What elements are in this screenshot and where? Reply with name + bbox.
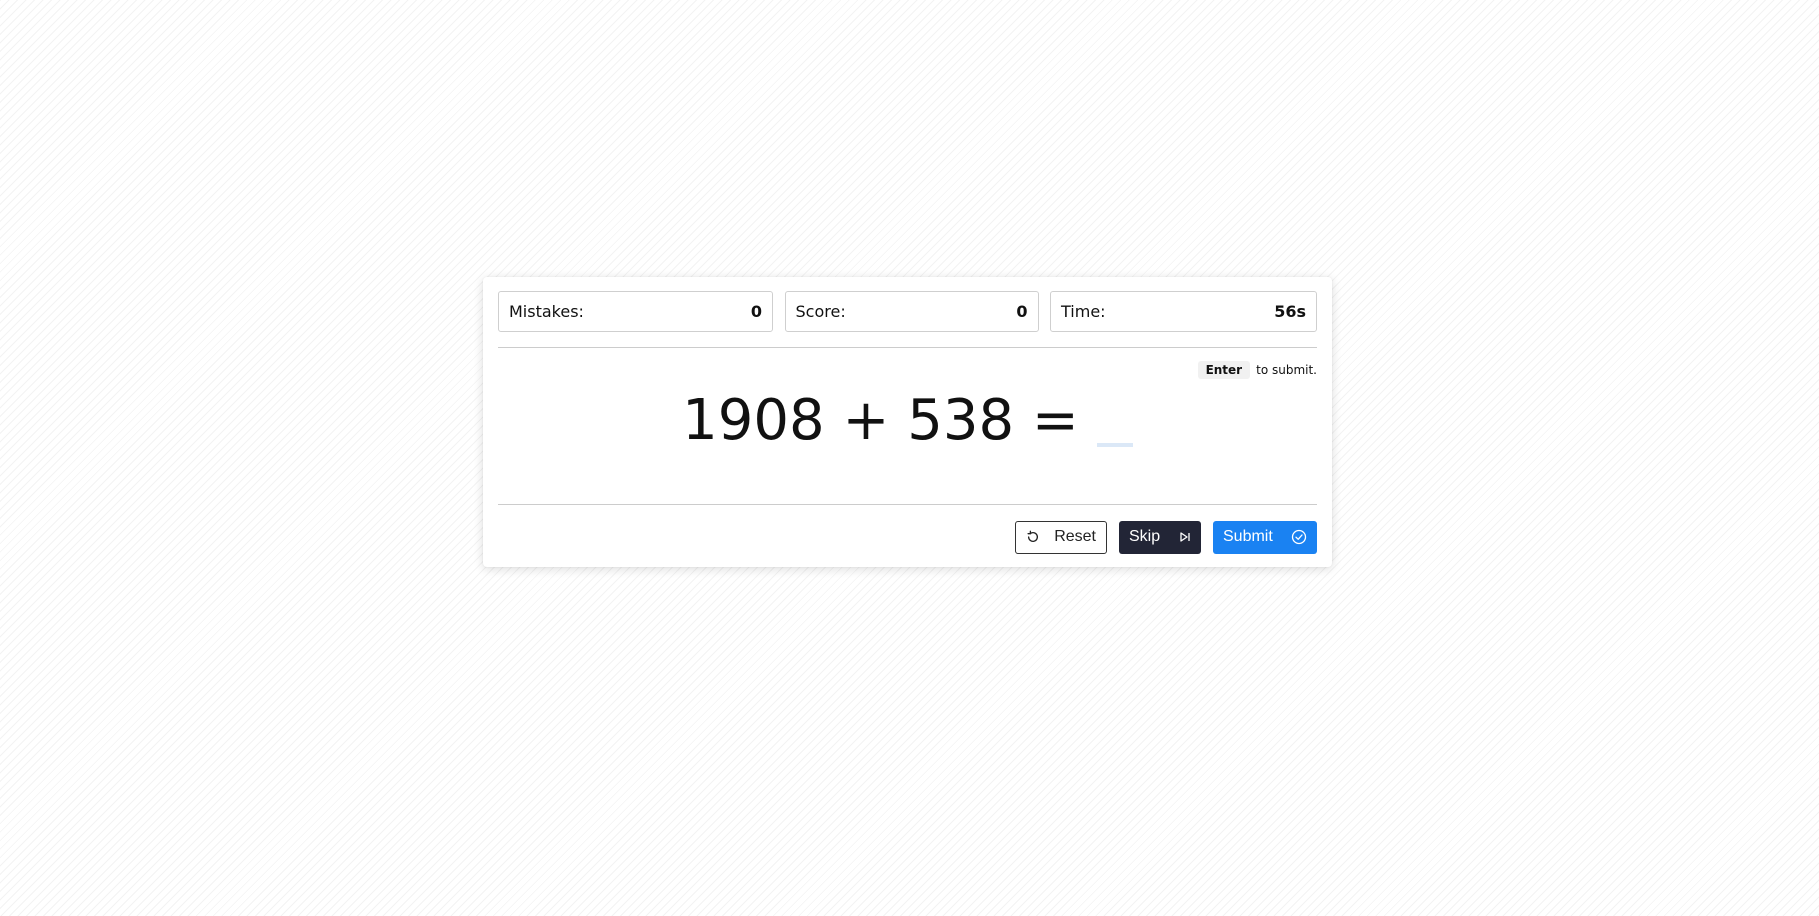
mistakes-counter: Mistakes: 0 — [498, 291, 773, 332]
check-circle-icon — [1291, 529, 1307, 545]
submit-button[interactable]: Submit — [1213, 520, 1317, 554]
mistakes-value: 0 — [750, 302, 762, 321]
submit-hint: Enter to submit. — [1197, 361, 1317, 379]
mistakes-label: Mistakes: — [509, 302, 584, 321]
submit-hint-text: to submit. — [1256, 363, 1317, 377]
reset-label: Reset — [1054, 528, 1096, 545]
skip-button[interactable]: Skip — [1119, 520, 1201, 554]
stats-bar: Mistakes: 0 Score: 0 Time: 56s — [498, 291, 1317, 332]
reset-button[interactable]: Reset — [1015, 520, 1107, 554]
time-counter: Time: 56s — [1050, 291, 1317, 332]
time-value: 56s — [1274, 302, 1306, 321]
score-counter: Score: 0 — [784, 291, 1039, 332]
problem-expression: 1908 + 538 = — [682, 388, 1079, 453]
answer-input[interactable] — [1096, 403, 1133, 447]
reset-icon — [1026, 530, 1040, 544]
action-bar: Reset Skip Submit — [498, 505, 1317, 569]
game-card: Mistakes: 0 Score: 0 Time: 56s Enter to … — [483, 277, 1332, 567]
time-label: Time: — [1061, 302, 1106, 321]
skip-icon — [1179, 531, 1191, 543]
skip-label: Skip — [1129, 528, 1161, 545]
score-value: 0 — [1016, 302, 1028, 321]
score-label: Score: — [795, 302, 846, 321]
submit-label: Submit — [1223, 528, 1273, 545]
math-problem: 1908 + 538 = — [498, 393, 1317, 449]
enter-key-badge: Enter — [1197, 361, 1251, 379]
problem-area: Enter to submit. 1908 + 538 = — [498, 348, 1317, 504]
